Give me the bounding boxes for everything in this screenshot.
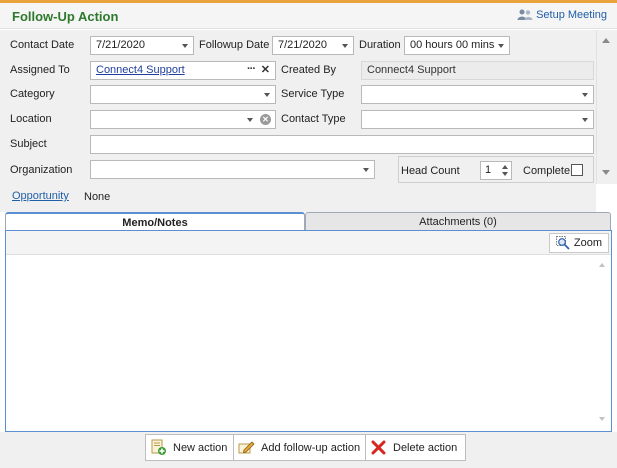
close-icon[interactable]: ✕ (261, 63, 270, 76)
location-label: Location (10, 113, 52, 125)
stepper-up-icon[interactable] (502, 165, 508, 169)
opportunity-value: None (84, 191, 111, 203)
contact-type-label: Contact Type (281, 113, 346, 125)
memo-toolbar: Zoom (6, 231, 611, 255)
contact-date-value: 7/21/2020 (96, 39, 145, 51)
clear-icon[interactable]: ✕ (260, 114, 271, 125)
duration-picker[interactable]: 00 hours 00 mins (404, 36, 510, 55)
window-header: Follow-Up Action Setup Meeting (0, 3, 617, 29)
chevron-down-icon[interactable] (264, 93, 270, 97)
chevron-down-icon[interactable] (498, 44, 504, 48)
organization-label: Organization (10, 164, 73, 176)
follow-up-form: Contact Date 7/21/2020 Followup Date 7/2… (0, 30, 596, 212)
delete-action-label: Delete action (393, 441, 458, 454)
magnifier-icon (555, 236, 570, 250)
created-by-value: Connect4 Support (367, 64, 456, 76)
scroll-up-icon[interactable] (599, 263, 605, 267)
add-document-icon (151, 439, 166, 455)
form-scrollbar[interactable] (596, 30, 617, 184)
action-footer: New action Add follow-up action Delete a… (0, 432, 617, 468)
zoom-button[interactable]: Zoom (548, 233, 609, 253)
memo-scrollbar[interactable] (594, 255, 611, 431)
category-label: Category (10, 88, 55, 100)
page-title: Follow-Up Action (12, 9, 119, 24)
subject-label: Subject (10, 138, 47, 150)
followup-date-value: 7/21/2020 (278, 39, 327, 51)
memo-textarea[interactable] (6, 255, 594, 431)
new-action-button[interactable]: New action (145, 434, 237, 461)
add-followup-button[interactable]: Add follow-up action (233, 434, 370, 461)
followup-date-label: Followup Date (199, 39, 270, 51)
people-icon (517, 9, 533, 20)
scroll-down-icon[interactable] (602, 170, 610, 175)
service-type-label: Service Type (281, 88, 345, 100)
tab-memo-notes[interactable]: Memo/Notes (5, 212, 305, 231)
ellipsis-icon[interactable]: ··· (247, 63, 256, 75)
subject-input[interactable] (90, 135, 594, 154)
category-select[interactable] (90, 85, 276, 104)
head-count-label: Head Count (401, 165, 460, 177)
complete-checkbox[interactable] (571, 164, 583, 176)
scroll-down-icon[interactable] (599, 417, 605, 421)
add-followup-label: Add follow-up action (261, 441, 361, 454)
opportunity-link[interactable]: Opportunity (12, 190, 69, 202)
complete-label: Complete (523, 165, 571, 177)
chevron-down-icon[interactable] (582, 118, 588, 122)
chevron-down-icon[interactable] (247, 118, 253, 122)
setup-meeting-label: Setup Meeting (536, 9, 607, 21)
created-by-label: Created By (281, 64, 337, 76)
delete-action-button[interactable]: Delete action (365, 434, 467, 461)
chevron-down-icon[interactable] (582, 93, 588, 97)
head-count-value: 1 (485, 164, 492, 176)
service-type-select[interactable] (361, 85, 594, 104)
pencil-edit-icon (238, 441, 255, 454)
assigned-to-link[interactable]: Connect4 Support (96, 64, 185, 76)
duration-value: 00 hours 00 mins (410, 39, 495, 51)
stepper-down-icon[interactable] (502, 172, 508, 176)
chevron-down-icon[interactable] (342, 44, 348, 48)
chevron-down-icon[interactable] (363, 168, 369, 172)
organization-select[interactable] (90, 160, 375, 179)
memo-panel: Zoom (5, 230, 612, 432)
assigned-to-field[interactable]: Connect4 Support ··· ✕ (90, 61, 276, 80)
location-select[interactable]: ✕ (90, 110, 276, 129)
scroll-up-icon[interactable] (602, 38, 610, 43)
zoom-label: Zoom (573, 237, 602, 249)
new-action-label: New action (173, 441, 228, 454)
head-count-stepper[interactable]: 1 (480, 161, 512, 180)
duration-label: Duration (359, 39, 401, 51)
tab-attachments[interactable]: Attachments (0) (305, 212, 611, 231)
created-by-field: Connect4 Support (361, 61, 594, 80)
chevron-down-icon[interactable] (182, 44, 188, 48)
assigned-to-label: Assigned To (10, 64, 70, 76)
contact-type-select[interactable] (361, 110, 594, 129)
contact-date-picker[interactable]: 7/21/2020 (90, 36, 194, 55)
contact-date-label: Contact Date (10, 39, 75, 51)
red-x-icon (371, 440, 386, 455)
head-count-panel: Head Count 1 Complete (398, 156, 594, 183)
followup-date-picker[interactable]: 7/21/2020 (272, 36, 354, 55)
setup-meeting-link[interactable]: Setup Meeting (517, 9, 607, 21)
